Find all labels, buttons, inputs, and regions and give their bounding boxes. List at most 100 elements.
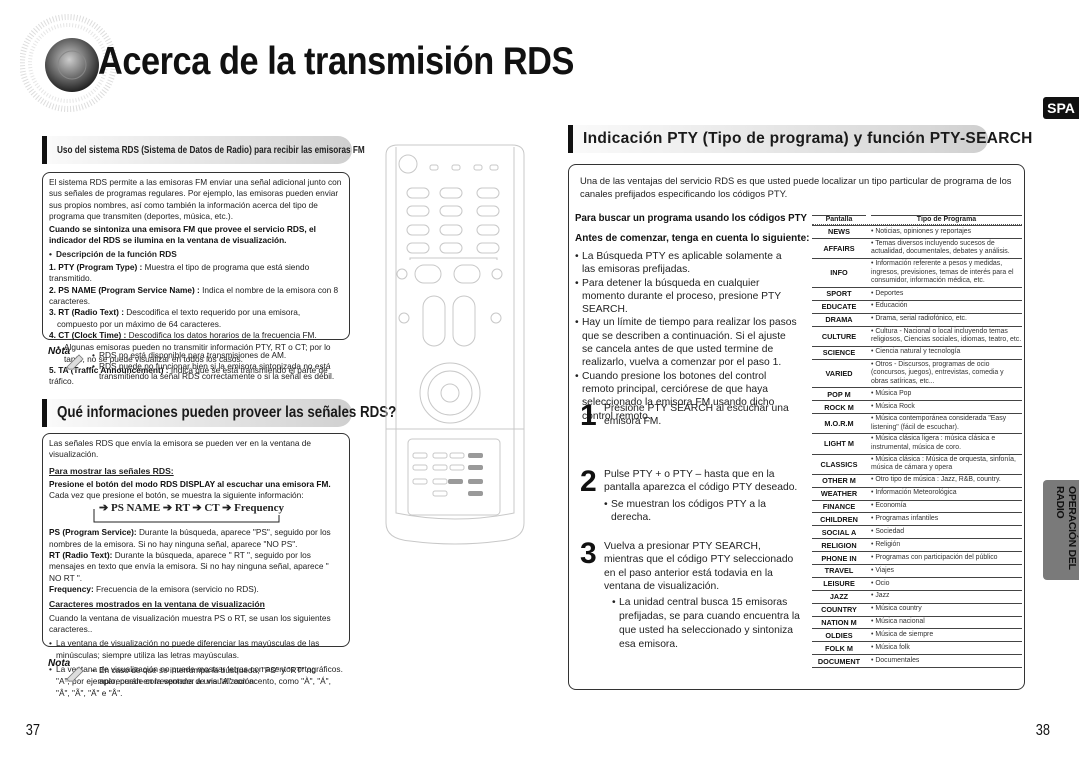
pty-description: • Ocio [871, 579, 890, 587]
pty-code: FINANCE [822, 501, 856, 511]
section-header-rds-usage: Uso del sistema RDS (Sistema de Datos de… [42, 136, 365, 164]
pty-search-subheading: Para buscar un programa usando los códig… [575, 213, 807, 224]
step-text: Presione PTY SEARCH al escuchar una emis… [604, 403, 789, 428]
pty-description: • Información Meteorológica [871, 489, 957, 497]
pty-table-row: FINANCE • Economía [812, 499, 1022, 513]
display-sequence: ➔ PS NAME ➔ RT ➔ CT ➔ Frequency [93, 502, 343, 523]
pty-code: POP M [827, 389, 851, 399]
pty-table-row: SCIENCE • Ciencia natural y tecnología [812, 345, 1022, 359]
rds-desc-title: Descripción de la función RDS [49, 249, 343, 261]
pty-table-row: COUNTRY • Música country [812, 602, 1022, 616]
pty-table-row: OLDIES • Música de siempre [812, 628, 1022, 641]
pty-code: OLDIES [825, 630, 853, 640]
pty-description: • Economía [871, 502, 907, 510]
pty-code: SOCIAL A [821, 527, 857, 537]
seq-rt: RT [174, 502, 190, 515]
pty-table-row: EDUCATE • Educación [812, 299, 1022, 313]
pty-table-row: AFFAIRS • Temas diversos incluyendo suces… [812, 237, 1022, 258]
pty-description: • Música nacional [871, 618, 925, 626]
def-ps: PS (Program Service): Durante la búsqued… [49, 527, 331, 549]
pty-code: NATION M [821, 617, 857, 627]
pty-description: • Música clásica : Música de orquesta, s… [871, 455, 1016, 472]
pencil-icon [65, 666, 84, 684]
pty-description: • Religión [871, 540, 901, 548]
rds-item: 2. PS NAME (Program Service Name) : Indi… [49, 284, 339, 306]
pty-table-row: M.O.R.M • Música contemporánea considerad… [812, 413, 1022, 433]
col-header-display: Pantalla [812, 215, 866, 223]
pty-code: NEWS [828, 227, 850, 237]
pty-code: LEISURE [823, 579, 855, 589]
pty-table-row: RELIGION • Religión [812, 538, 1022, 551]
rds-item: 4. CT (Clock Time) : Descodifica los dat… [49, 329, 317, 340]
step-number: 2 [580, 465, 597, 498]
subheading-characters: Caracteres mostrados en la ventana de vi… [49, 599, 265, 610]
pty-description: • Otros - Discursos, programas de ocio (… [871, 360, 1004, 385]
pty-table-row: SOCIAL A • Sociedad [812, 525, 1022, 538]
page-number-left: 37 [25, 722, 41, 739]
pty-table-row: CLASSICS • Música clásica : Música de orq… [812, 453, 1022, 474]
chars-intro: Cuando la ventana de visualización muest… [49, 612, 331, 634]
step-number: 3 [580, 537, 597, 570]
rds-display-instruction: Presione el botón del modo RDS DISPLAY a… [49, 478, 331, 489]
pty-description: • Programas infantiles [871, 515, 939, 523]
pty-code: CULTURE [821, 331, 857, 341]
section-header-text: Qué informaciones pueden proveer las señ… [57, 404, 397, 421]
section-header-rds-info: Qué informaciones pueden proveer las señ… [42, 399, 396, 427]
nota-block: Nota [48, 346, 88, 375]
pty-table-row: ROCK M • Música Rock [812, 400, 1022, 413]
pty-description: • Música Pop [871, 390, 912, 398]
seq-ct: CT [204, 502, 220, 515]
step-2: 2 Pulse PTY + o PTY – hasta que en la pa… [580, 465, 802, 524]
rds-item: 1. PTY (Program Type) : Muestra el tipo … [49, 262, 310, 284]
before-bullet: Para detener la búsqueda en cualquier mo… [575, 277, 797, 317]
pty-table-row: LEISURE • Ocio [812, 576, 1022, 590]
signal-definitions: PS (Program Service): Durante la búsqued… [49, 527, 343, 595]
seq-ps-name: PS NAME [110, 502, 161, 515]
before-start-heading: Antes de comenzar, tenga en cuenta lo si… [575, 233, 810, 244]
pty-table-row: LIGHT M • Música clásica ligera : música … [812, 433, 1022, 453]
side-tab-radio-operation: OPERACIÓN DEL RADIO [1043, 480, 1079, 580]
pty-table-bottom-rule [812, 667, 1022, 669]
pty-description: • Noticias, opiniones y reportajes [871, 227, 972, 235]
rds-signals-box: Las señales RDS que envía la emisora se … [42, 433, 350, 698]
nota-block: Nota [48, 658, 88, 687]
pty-code: SCIENCE [822, 348, 856, 358]
pty-description: • Música folk [871, 643, 910, 651]
each-press-info: Cada vez que presione el botón, se muest… [49, 490, 304, 501]
pty-code: OTHER M [822, 476, 856, 486]
pencil-icon [65, 354, 84, 372]
pty-table-row: NEWS • Noticias, opiniones y reportajes [812, 225, 1022, 238]
pty-description: • Información referente a pesos y medida… [871, 260, 1014, 285]
pty-table-row: DRAMA • Drama, serial radiofónico, etc. [812, 312, 1022, 326]
pty-code: JAZZ [829, 592, 849, 602]
rds-intro: El sistema RDS permite a las emisoras FM… [49, 177, 342, 221]
pty-table-row: VARIED • Otros - Discursos, programas de … [812, 358, 1022, 388]
step-text: Vuelva a presionar PTY SEARCH, mientras … [604, 541, 794, 592]
pty-code: TRAVEL [824, 566, 854, 576]
side-tab-label: OPERACIÓN DEL RADIO [1054, 486, 1078, 570]
pty-table-row: NATION M • Música nacional [812, 615, 1022, 629]
pty-description: • Documentales [871, 656, 920, 664]
pty-code: EDUCATE [821, 302, 857, 312]
pty-table-row: SPORT • Deportes [812, 286, 1022, 300]
page-number-right: 38 [1035, 722, 1051, 739]
step-bullet: La unidad central busca 15 emisoras pref… [612, 596, 802, 652]
pty-table-row: INFO • Información referente a pesos y me… [812, 258, 1022, 287]
section-header-pty: Indicación PTY (Tipo de programa) y func… [568, 125, 1032, 153]
pty-description: • Drama, serial radiofónico, etc. [871, 315, 967, 323]
pty-description: • Programas con participación del públic… [871, 553, 998, 561]
pty-table-row: FOLK M • Música folk [812, 641, 1022, 654]
nota-bullet: RDS no está disponible para transmisione… [92, 350, 352, 361]
pty-description: • Música country [871, 605, 922, 613]
pty-code: ROCK M [824, 402, 854, 412]
section-header-text: Indicación PTY (Tipo de programa) y func… [583, 130, 1033, 147]
pty-code: LIGHT M [824, 439, 854, 449]
pty-code: DOCUMENT [817, 656, 861, 666]
def-rt: RT (Radio Text): Durante la búsqueda, ap… [49, 550, 329, 583]
pty-description: • Música Rock [871, 402, 915, 410]
pty-description: • Temas diversos incluyendo sucesos de a… [871, 239, 1010, 256]
section-header-text: Uso del sistema RDS (Sistema de Datos de… [57, 144, 365, 156]
rds-bold-note: Cuando se sintoniza una emisora FM que p… [49, 224, 316, 246]
remote-control-illustration [385, 144, 525, 545]
pty-description: • Música clásica ligera : música clásica… [871, 435, 996, 451]
